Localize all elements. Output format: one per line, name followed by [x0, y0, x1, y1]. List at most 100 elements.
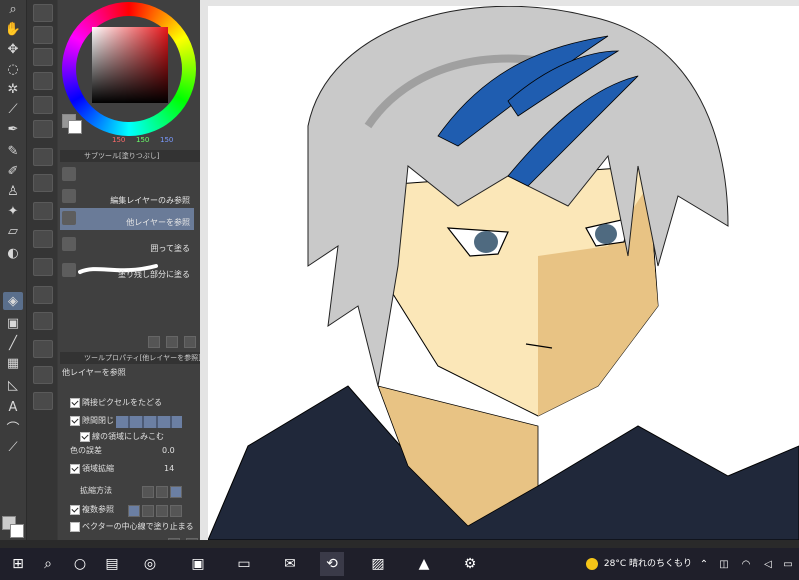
panel-tab-icon[interactable]	[33, 312, 53, 330]
gap-close-level-selector[interactable]	[116, 416, 182, 428]
cortana-icon[interactable]: ○	[68, 552, 92, 576]
fill-inner-option[interactable]: 線の領域にしみこむ	[80, 430, 164, 444]
lasso-icon[interactable]: ◌	[3, 60, 23, 78]
red-value: 150	[112, 136, 126, 144]
green-value: 150	[136, 136, 150, 144]
panel-tab-icon[interactable]	[33, 26, 53, 44]
task-view-icon[interactable]: ▤	[100, 552, 124, 576]
magic-wand-icon[interactable]: ✲	[3, 80, 23, 98]
panel-tab-icon[interactable]	[33, 174, 53, 192]
add-subtool-icon[interactable]	[148, 336, 160, 348]
canvas-status-strip	[0, 540, 799, 548]
weather-icon	[586, 557, 598, 570]
panel-tab-icon[interactable]	[33, 96, 53, 114]
mail-icon[interactable]: ✉	[278, 552, 302, 576]
wifi-icon[interactable]: ◠	[734, 552, 758, 576]
search-icon[interactable]: ⌕	[36, 552, 60, 576]
notification-icon[interactable]: ▭	[776, 552, 799, 576]
weather-widget[interactable]: 28°C 晴れのちくもり	[586, 556, 692, 570]
fill-icon[interactable]: ◈	[3, 292, 23, 310]
toolprop-title: 他レイヤーを参照	[62, 368, 126, 377]
panel-tab-icon[interactable]	[33, 392, 53, 410]
hand-icon[interactable]: ✋	[3, 20, 23, 38]
scaling-method-label: 拡縮方法	[80, 486, 112, 495]
network-icon[interactable]: ◫	[712, 552, 736, 576]
pen-icon[interactable]: ✒	[3, 120, 23, 138]
checkbox-icon[interactable]	[70, 504, 80, 515]
adjacent-pixel-option[interactable]: 隣接ピクセルをたどる	[70, 396, 162, 410]
decoration-icon[interactable]: ✦	[3, 202, 23, 220]
checkbox-icon[interactable]	[70, 463, 80, 474]
checkbox-icon[interactable]	[80, 431, 90, 442]
subtool-item[interactable]: 囲って塗る	[60, 234, 194, 256]
sub-color-chip[interactable]	[68, 120, 82, 134]
checkbox-icon[interactable]	[70, 415, 80, 426]
panel-tab-icon[interactable]	[33, 148, 53, 166]
subtool-item[interactable]: 編集レイヤーのみ参照	[60, 186, 194, 208]
color-tolerance-value[interactable]: 0.0	[162, 444, 175, 458]
reference-layer-icon[interactable]	[128, 505, 140, 517]
explorer-icon[interactable]: ▭	[232, 552, 256, 576]
panel-tab-icon[interactable]	[33, 340, 53, 358]
fill-bucket-icon	[62, 167, 76, 181]
panel-tab-icon[interactable]	[33, 4, 53, 22]
ruler-icon[interactable]: ◺	[3, 376, 23, 394]
windows-taskbar: ⊞ ⌕ ○ ▤ ◎ ▣ ▭ ✉ ⟲ ▨ ▲ ⚙ 28°C 晴れのちくもり ⌃ ◫…	[0, 548, 799, 580]
reference-layer-icon[interactable]	[142, 505, 154, 517]
panel-tab-icon[interactable]	[33, 48, 53, 66]
blend-icon[interactable]: ◐	[3, 244, 23, 262]
color-tolerance-label: 色の誤差	[70, 446, 102, 455]
move-icon[interactable]: ✥	[3, 40, 23, 58]
subtool-item[interactable]	[60, 164, 194, 186]
checkbox-icon[interactable]	[70, 521, 80, 532]
scaling-method-icon[interactable]	[156, 486, 168, 498]
clipstudio-icon[interactable]: ⟲	[320, 552, 344, 576]
panel-tab-icon[interactable]	[33, 202, 53, 220]
settings-icon[interactable]: ⚙	[458, 552, 482, 576]
brush-icon[interactable]: ✐	[3, 162, 23, 180]
balloon-icon[interactable]: ⌒	[3, 418, 23, 437]
fill-bucket-icon	[62, 211, 76, 225]
panel-tab-icon[interactable]	[33, 258, 53, 276]
search-icon[interactable]: ⌕	[3, 0, 23, 18]
text-icon[interactable]: A	[3, 398, 23, 416]
start-icon[interactable]: ⊞	[6, 552, 30, 576]
saturation-value-square[interactable]	[92, 27, 168, 103]
frame-icon[interactable]: ▦	[3, 354, 23, 372]
panel-tab-icon[interactable]	[33, 72, 53, 90]
panel-tab-icon[interactable]	[33, 286, 53, 304]
paint-icon[interactable]: ▨	[366, 552, 390, 576]
multiple-reference-option[interactable]: 複数参照	[70, 503, 114, 517]
subtool-item-selected[interactable]: 他レイヤーを参照	[60, 208, 194, 230]
temperature: 28°C	[603, 559, 627, 569]
airbrush-icon[interactable]: ♙	[3, 182, 23, 200]
area-scaling-value[interactable]: 14	[164, 462, 174, 476]
checkbox-icon[interactable]	[70, 397, 80, 408]
panel-tab-icon[interactable]	[33, 120, 53, 138]
drawing-canvas[interactable]	[208, 6, 799, 540]
subtool-item[interactable]: 塗り残し部分に塗る	[60, 260, 194, 282]
area-scaling-option[interactable]: 領域拡縮	[70, 462, 114, 476]
eyedropper-icon[interactable]: ⟋	[3, 100, 23, 118]
panel-tab-icon[interactable]	[33, 230, 53, 248]
photos-icon[interactable]: ▲	[412, 552, 436, 576]
panel-icon-column	[27, 0, 57, 540]
eraser-icon[interactable]: ▱	[3, 222, 23, 240]
scaling-method-icon[interactable]	[170, 486, 182, 498]
figure-icon[interactable]: ╱	[3, 334, 23, 352]
sub-color-swatch[interactable]	[10, 524, 24, 538]
reference-layer-icon[interactable]	[156, 505, 168, 517]
correction-icon[interactable]: ⟋	[3, 438, 23, 456]
edge-icon[interactable]: ◎	[138, 552, 162, 576]
panel-tab-icon[interactable]	[33, 366, 53, 384]
reference-layer-icon[interactable]	[170, 505, 182, 517]
scaling-method-icon[interactable]	[142, 486, 154, 498]
gap-close-option[interactable]: 隙間閉じ	[70, 414, 114, 428]
copy-subtool-icon[interactable]	[166, 336, 178, 348]
brush-stroke-icon	[62, 263, 76, 277]
store-icon[interactable]: ▣	[186, 552, 210, 576]
pencil-icon[interactable]: ✎	[3, 142, 23, 160]
vector-center-option[interactable]: ベクターの中心線で塗り止まる	[70, 520, 194, 534]
gradient-icon[interactable]: ▣	[3, 314, 23, 332]
delete-subtool-icon[interactable]	[184, 336, 196, 348]
